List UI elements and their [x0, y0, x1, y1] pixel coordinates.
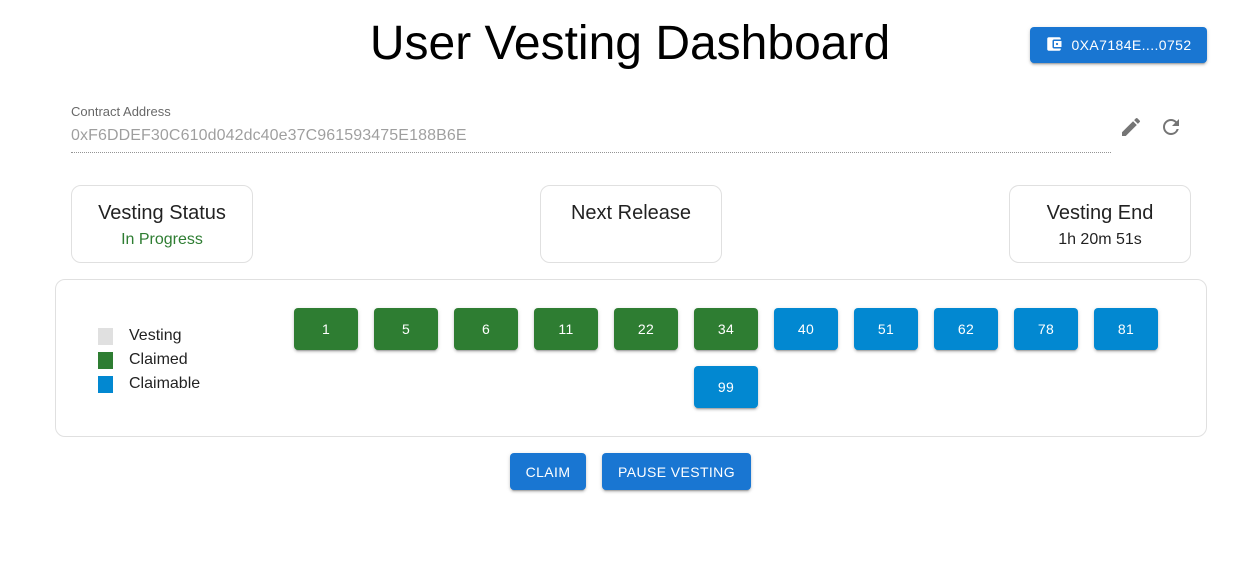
vesting-end-card: Vesting End 1h 20m 51s: [1009, 185, 1191, 263]
wallet-icon: [1045, 35, 1063, 56]
schedule-chip-78[interactable]: 78: [1014, 308, 1078, 350]
legend-item: Claimable: [98, 372, 200, 396]
edit-contract-button[interactable]: [1116, 114, 1146, 144]
vesting-status-value: In Progress: [121, 231, 203, 248]
contract-address-input[interactable]: 0xF6DDEF30C610d042dc40e37C961593475E188B…: [71, 127, 1111, 145]
legend-swatch-claimed: [98, 351, 113, 369]
contract-address-field[interactable]: Contract Address 0xF6DDEF30C610d042dc40e…: [71, 104, 1111, 153]
wallet-address-label: 0XA7184E....0752: [1071, 37, 1192, 53]
legend-swatch-vesting: [98, 327, 113, 345]
schedule-chip-62[interactable]: 62: [934, 308, 998, 350]
legend-label: Claimed: [129, 351, 188, 368]
claim-button[interactable]: CLAIM: [510, 453, 586, 490]
vesting-status-title: Vesting Status: [98, 202, 226, 224]
vesting-status-card: Vesting Status In Progress: [71, 185, 253, 263]
legend-item: Vesting: [98, 324, 200, 348]
schedule-chip-40[interactable]: 40: [774, 308, 838, 350]
refresh-icon: [1159, 115, 1183, 144]
schedule-chip-1[interactable]: 1: [294, 308, 358, 350]
vesting-end-value: 1h 20m 51s: [1058, 231, 1142, 248]
schedule-legend: Vesting Claimed Claimable: [98, 324, 200, 396]
legend-label: Claimable: [129, 375, 201, 392]
next-release-card: Next Release: [540, 185, 722, 263]
schedule-chip-5[interactable]: 5: [374, 308, 438, 350]
vesting-end-title: Vesting End: [1046, 202, 1154, 224]
dashboard-page: User Vesting Dashboard 0XA7184E....0752 …: [0, 0, 1250, 588]
contract-address-label: Contract Address: [71, 104, 171, 119]
schedule-chip-51[interactable]: 51: [854, 308, 918, 350]
vesting-schedule-panel: Vesting Claimed Claimable 1 5 6 11 22 34 40 51 6…: [55, 279, 1207, 437]
refresh-button[interactable]: [1156, 114, 1186, 144]
schedule-chip-81[interactable]: 81: [1094, 308, 1158, 350]
schedule-chip-99[interactable]: 99: [694, 366, 758, 408]
legend-label: Vesting: [129, 327, 182, 344]
schedule-chip-22[interactable]: 22: [614, 308, 678, 350]
schedule-chip-6[interactable]: 6: [454, 308, 518, 350]
pencil-icon: [1119, 115, 1143, 144]
schedule-chip-11[interactable]: 11: [534, 308, 598, 350]
next-release-title: Next Release: [570, 202, 692, 224]
pause-vesting-button[interactable]: PAUSE VESTING: [602, 453, 751, 490]
schedule-chip-34[interactable]: 34: [694, 308, 758, 350]
legend-item: Claimed: [98, 348, 200, 372]
wallet-button[interactable]: 0XA7184E....0752: [1030, 27, 1207, 63]
legend-swatch-claimable: [98, 375, 113, 393]
